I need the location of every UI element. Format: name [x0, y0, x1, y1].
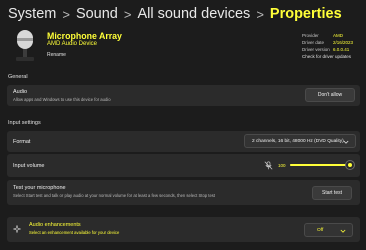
test-microphone-card: Test your microphone Select Start test a…	[7, 180, 360, 205]
input-settings-header: Input settings	[8, 120, 41, 126]
input-volume-value: 100	[278, 163, 286, 168]
audio-title: Audio	[13, 89, 28, 95]
format-card: Format 2 channels, 16 bit, 48000 Hz (DVD…	[7, 131, 360, 152]
audio-card: Audio Allow apps and Windows to use this…	[7, 85, 360, 106]
driver-date-label: Driver date	[302, 40, 325, 45]
audio-enhancements-value: Off	[317, 227, 324, 233]
breadcrumb-separator: >	[256, 6, 264, 22]
format-dropdown[interactable]: 2 channels, 16 bit, 48000 Hz (DVD Qualit…	[244, 134, 356, 148]
driver-version-label: Driver version	[302, 47, 330, 52]
breadcrumb-separator: >	[62, 6, 70, 22]
breadcrumb-system[interactable]: System	[8, 6, 56, 22]
chevron-down-icon	[343, 140, 349, 144]
format-title: Format	[13, 139, 31, 145]
volume-slider-thumb[interactable]	[346, 161, 354, 169]
rename-link[interactable]: Rename	[47, 52, 66, 58]
input-volume-card: Input volume 100	[7, 154, 360, 177]
test-microphone-description: Select Start test and talk or play audio…	[13, 193, 216, 198]
breadcrumb: System > Sound > All sound devices > Pro…	[8, 4, 342, 24]
breadcrumb-sound[interactable]: Sound	[76, 6, 118, 22]
general-header: General	[8, 74, 28, 80]
breadcrumb-separator: >	[123, 6, 132, 22]
enhancement-sparkle-icon	[13, 225, 21, 233]
audio-description: Allow apps and Windows to use this devic…	[13, 97, 111, 102]
audio-enhancements-title: Audio enhancements	[29, 222, 81, 228]
test-microphone-title: Test your microphone	[13, 185, 66, 191]
start-test-button[interactable]: Start test	[312, 186, 352, 200]
input-volume-title: Input volume	[13, 163, 45, 169]
breadcrumb-all-sound-devices[interactable]: All sound devices	[137, 6, 250, 22]
driver-version-value: 6.0.0.41	[333, 47, 350, 52]
breadcrumb-properties: Properties	[269, 6, 342, 22]
audio-enhancements-dropdown[interactable]: Off	[304, 223, 353, 237]
volume-slider-fill	[290, 164, 350, 166]
chevron-down-icon	[340, 229, 346, 233]
audio-enhancements-description: Select an enhancement available for your…	[29, 230, 120, 235]
device-subtitle: AMD Audio Device	[47, 41, 98, 47]
dont-allow-button[interactable]: Don't allow	[305, 88, 355, 102]
format-value: 2 channels, 16 bit, 48000 Hz (DVD Qualit…	[252, 138, 344, 144]
device-name: Microphone Array	[47, 31, 122, 41]
provider-label: Provider	[302, 33, 319, 38]
check-driver-updates-link[interactable]: Check for driver updates	[302, 54, 351, 59]
provider-value: AMD	[333, 33, 343, 38]
microphone-icon	[16, 30, 34, 61]
microphone-mute-icon[interactable]	[264, 161, 273, 170]
audio-enhancements-card: Audio enhancements Select an enhancement…	[7, 217, 360, 242]
driver-date-value: 2/16/2023	[333, 40, 354, 45]
